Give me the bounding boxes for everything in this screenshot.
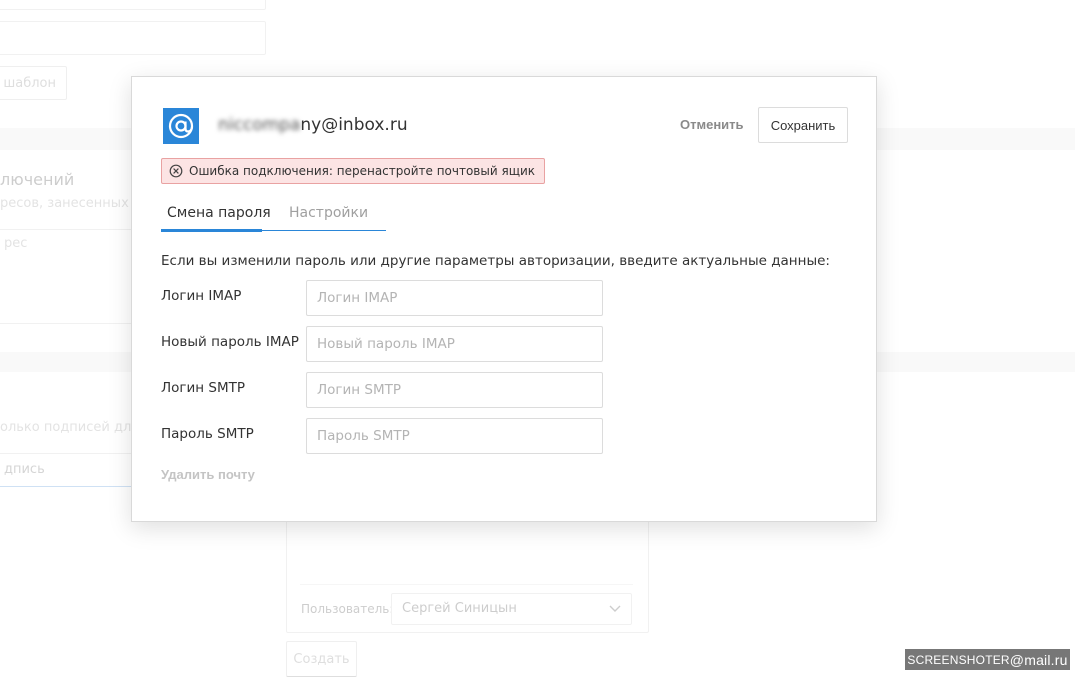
delete-mailbox-link[interactable]: Удалить почту	[161, 467, 255, 482]
mailbox-email: niccompany@inbox.ru	[218, 115, 408, 135]
settings-tabs: Смена пароля Настройки	[161, 205, 386, 232]
watermark-domain: @mail.ru	[1009, 651, 1068, 668]
watermark-brand: SCREENSHOTER	[907, 652, 1010, 667]
error-circle-x-icon	[169, 164, 183, 178]
email-visible-part: ny@inbox.ru	[300, 115, 408, 135]
imap-login-row: Логин IMAP	[161, 280, 611, 316]
cancel-button[interactable]: Отменить	[680, 117, 744, 132]
screenshoter-watermark: SCREENSHOTER @mail.ru	[905, 649, 1070, 670]
smtp-login-label: Логин SMTP	[161, 380, 245, 396]
smtp-login-input[interactable]	[306, 372, 603, 408]
imap-login-input[interactable]	[306, 280, 603, 316]
mailbox-settings-modal: niccompany@inbox.ru Отменить Сохранить О…	[131, 76, 877, 522]
tab-settings[interactable]: Настройки	[289, 205, 368, 231]
smtp-login-row: Логин SMTP	[161, 372, 611, 408]
auth-description: Если вы изменили пароль или другие парам…	[161, 253, 830, 269]
imap-password-input[interactable]	[306, 326, 603, 362]
imap-password-row: Новый пароль IMAP	[161, 326, 611, 362]
smtp-password-label: Пароль SMTP	[161, 426, 254, 442]
imap-password-label: Новый пароль IMAP	[161, 334, 299, 350]
smtp-password-row: Пароль SMTP	[161, 418, 611, 454]
save-button[interactable]: Сохранить	[758, 107, 848, 143]
email-redacted-part: niccompa	[218, 115, 301, 135]
at-sign-icon	[163, 108, 199, 144]
connection-error-alert: Ошибка подключения: перенастройте почтов…	[161, 158, 546, 184]
tab-change-password[interactable]: Смена пароля	[161, 205, 271, 232]
smtp-password-input[interactable]	[306, 418, 603, 454]
error-message: Ошибка подключения: перенастройте почтов…	[189, 164, 536, 178]
imap-login-label: Логин IMAP	[161, 288, 242, 304]
